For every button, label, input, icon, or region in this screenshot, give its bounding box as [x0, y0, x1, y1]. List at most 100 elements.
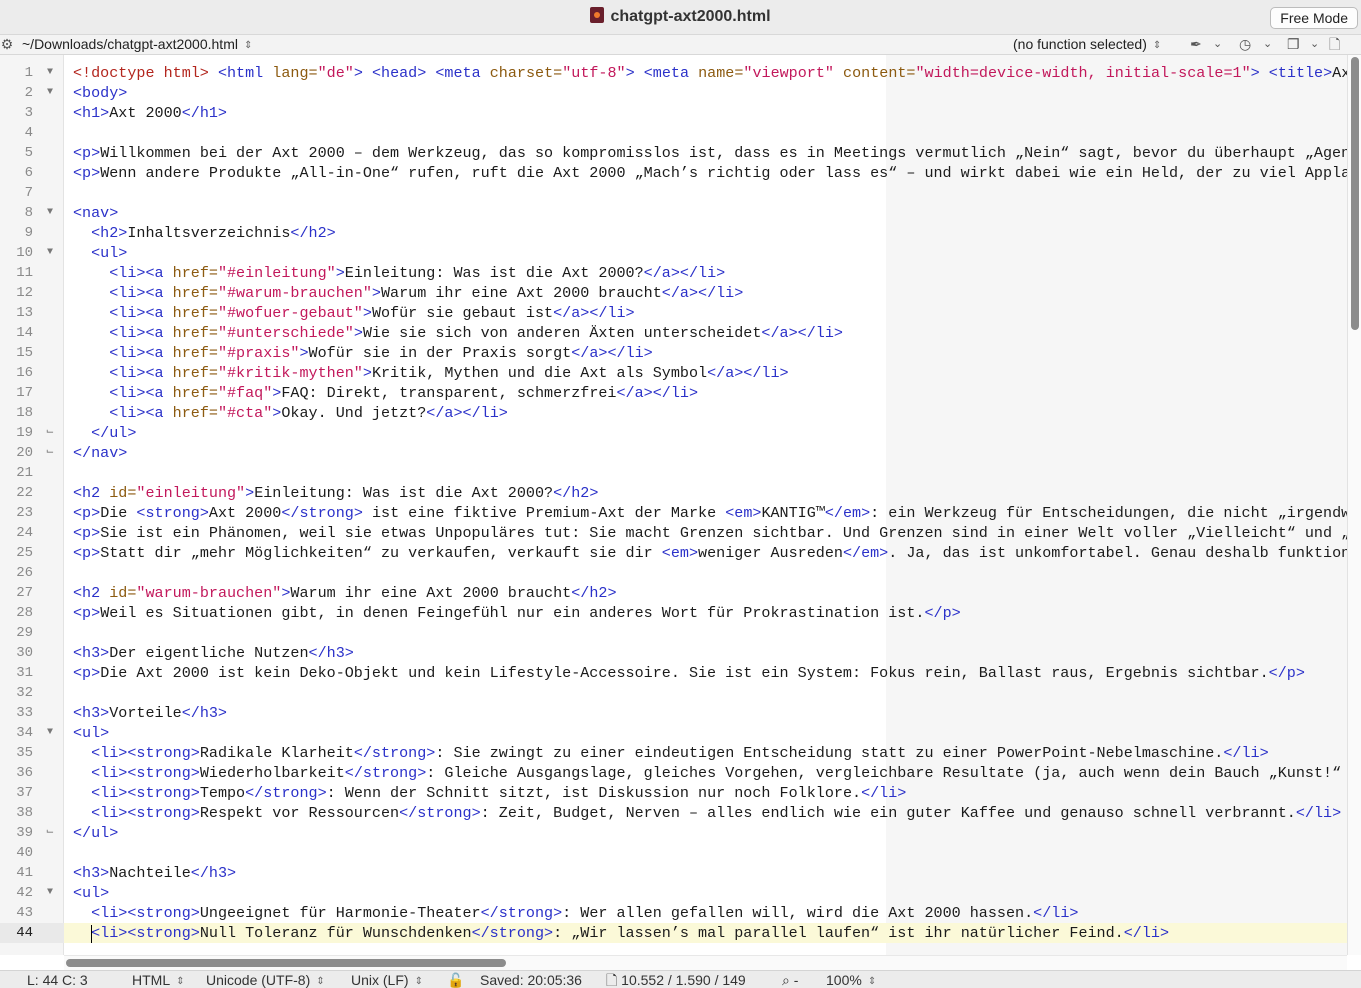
code-line[interactable]: <p>Die Axt 2000 ist kein Deko-Objekt und… — [64, 663, 1347, 683]
horizontal-scrollbar[interactable] — [64, 955, 1347, 970]
code-line[interactable]: <li><strong>Tempo</strong>: Wenn der Sch… — [64, 783, 1347, 803]
code-line[interactable]: <nav> — [64, 203, 1347, 223]
line-number-row[interactable]: 6 — [0, 163, 64, 183]
code-line[interactable] — [64, 683, 1347, 703]
code-line[interactable]: <!doctype html> <html lang="de"> <head> … — [64, 63, 1347, 83]
line-number-row[interactable]: 41 — [0, 863, 64, 883]
code-line[interactable] — [64, 183, 1347, 203]
fold-triangle-icon[interactable]: ▼ — [44, 203, 56, 223]
code-line[interactable]: <ul> — [64, 243, 1347, 263]
line-number-row[interactable]: 39 ⌙ — [0, 823, 64, 843]
code-line[interactable]: <ul> — [64, 883, 1347, 903]
line-number-row[interactable]: 13 — [0, 303, 64, 323]
code-line[interactable]: <li><strong>Respekt vor Ressourcen</stro… — [64, 803, 1347, 823]
pen-marker-icon[interactable]: ✒ — [1190, 35, 1202, 54]
code-line[interactable]: <p>Sie ist ein Phänomen, weil sie etwas … — [64, 523, 1347, 543]
fold-triangle-icon[interactable]: ▼ — [44, 883, 56, 903]
line-number-row[interactable]: 15 — [0, 343, 64, 363]
code-line[interactable]: <li><a href="#cta">Okay. Und jetzt?</a><… — [64, 403, 1347, 423]
line-number-row[interactable]: 8 ▼ — [0, 203, 64, 223]
fold-end-icon[interactable]: ⌙ — [44, 443, 56, 463]
code-line[interactable]: <h2>Inhaltsverzeichnis</h2> — [64, 223, 1347, 243]
cursor-position[interactable]: L: 44 C: 3 — [27, 971, 88, 988]
stacked-documents-icon[interactable]: ❐ — [1287, 35, 1300, 54]
line-number-row[interactable]: 24 — [0, 523, 64, 543]
vertical-scrollbar[interactable] — [1347, 55, 1361, 955]
line-number-row[interactable]: 11 — [0, 263, 64, 283]
line-number-row[interactable]: 38 — [0, 803, 64, 823]
line-number-row[interactable]: 32 — [0, 683, 64, 703]
code-editor[interactable]: <!doctype html> <html lang="de"> <head> … — [64, 55, 1347, 955]
gear-icon[interactable]: ⚙ — [0, 35, 14, 54]
code-line[interactable]: <li><strong>Ungeeignet für Harmonie-Thea… — [64, 903, 1347, 923]
encoding-menu[interactable]: Unicode (UTF-8) ⇕ — [206, 971, 325, 988]
code-line[interactable]: <ul> — [64, 723, 1347, 743]
code-line[interactable]: <p>Die <strong>Axt 2000</strong> ist ein… — [64, 503, 1347, 523]
line-number-row[interactable]: 31 — [0, 663, 64, 683]
line-number-row[interactable]: 44 — [0, 923, 64, 943]
line-number-row[interactable]: 27 — [0, 583, 64, 603]
code-line[interactable]: <li><strong>Wiederholbarkeit</strong>: G… — [64, 763, 1347, 783]
code-line[interactable]: <li><a href="#praxis">Wofür sie in der P… — [64, 343, 1347, 363]
code-line[interactable]: <h3>Vorteile</h3> — [64, 703, 1347, 723]
chevron-down-icon[interactable]: ⌄ — [1263, 35, 1272, 54]
line-number-row[interactable]: 36 — [0, 763, 64, 783]
code-line[interactable]: <h3>Der eigentliche Nutzen</h3> — [64, 643, 1347, 663]
code-line[interactable]: </ul> — [64, 423, 1347, 443]
fold-triangle-icon[interactable]: ▼ — [44, 243, 56, 263]
code-line[interactable] — [64, 843, 1347, 863]
horizontal-scroll-thumb[interactable] — [66, 959, 506, 967]
line-number-row[interactable]: 17 — [0, 383, 64, 403]
line-number-row[interactable]: 16 — [0, 363, 64, 383]
code-line[interactable]: <li><a href="#wofuer-gebaut">Wofür sie g… — [64, 303, 1347, 323]
line-endings-menu[interactable]: Unix (LF) ⇕ — [351, 971, 423, 988]
code-line[interactable] — [64, 123, 1347, 143]
code-line[interactable]: <h1>Axt 2000</h1> — [64, 103, 1347, 123]
line-number-row[interactable]: 14 — [0, 323, 64, 343]
code-line[interactable]: </nav> — [64, 443, 1347, 463]
code-line[interactable] — [64, 623, 1347, 643]
file-path-menu[interactable]: ~/Downloads/chatgpt-axt2000.html ⇕ — [22, 35, 252, 55]
line-number-row[interactable]: 29 — [0, 623, 64, 643]
code-line[interactable] — [64, 563, 1347, 583]
vertical-scroll-thumb[interactable] — [1351, 57, 1359, 330]
code-line[interactable]: <h2 id="einleitung">Einleitung: Was ist … — [64, 483, 1347, 503]
line-number-row[interactable]: 28 — [0, 603, 64, 623]
line-number-row[interactable]: 26 — [0, 563, 64, 583]
fold-triangle-icon[interactable]: ▼ — [44, 63, 56, 83]
code-line[interactable]: <li><strong>Radikale Klarheit</strong>: … — [64, 743, 1347, 763]
document-stats[interactable]: 🗋 10.552 / 1.590 / 149 — [606, 971, 746, 988]
line-number-row[interactable]: 4 — [0, 123, 64, 143]
line-number-row[interactable]: 43 — [0, 903, 64, 923]
code-line[interactable]: <li><strong>Null Toleranz für Wunschdenk… — [64, 923, 1347, 943]
code-line[interactable]: <p>Weil es Situationen gibt, in denen Fe… — [64, 603, 1347, 623]
code-line[interactable]: </ul> — [64, 823, 1347, 843]
function-menu[interactable]: (no function selected) ⇕ — [1013, 35, 1161, 55]
code-line[interactable]: <li><a href="#unterschiede">Wie sie sich… — [64, 323, 1347, 343]
line-number-row[interactable]: 35 — [0, 743, 64, 763]
free-mode-button[interactable]: Free Mode — [1270, 7, 1358, 29]
fold-triangle-icon[interactable]: ▼ — [44, 723, 56, 743]
line-number-row[interactable]: 21 — [0, 463, 64, 483]
line-number-row[interactable]: 10 ▼ — [0, 243, 64, 263]
code-line[interactable]: <body> — [64, 83, 1347, 103]
code-line[interactable]: <h2 id="warum-brauchen">Warum ihr eine A… — [64, 583, 1347, 603]
line-number-row[interactable]: 3 — [0, 103, 64, 123]
code-line[interactable]: <li><a href="#warum-brauchen">Warum ihr … — [64, 283, 1347, 303]
line-number-row[interactable]: 1 ▼ — [0, 63, 64, 83]
line-number-row[interactable]: 18 — [0, 403, 64, 423]
language-menu[interactable]: HTML ⇕ — [132, 971, 185, 988]
line-number-row[interactable]: 19 ⌙ — [0, 423, 64, 443]
line-number-row[interactable]: 42 ▼ — [0, 883, 64, 903]
code-line[interactable]: <h3>Nachteile</h3> — [64, 863, 1347, 883]
line-number-row[interactable]: 33 — [0, 703, 64, 723]
line-number-row[interactable]: 34 ▼ — [0, 723, 64, 743]
chevron-down-icon[interactable]: ⌄ — [1213, 35, 1222, 54]
clock-history-icon[interactable]: ◷ — [1239, 35, 1251, 54]
line-number-row[interactable]: 9 — [0, 223, 64, 243]
document-icon[interactable]: 🗋 — [1329, 35, 1340, 54]
code-line[interactable]: <p>Statt dir „mehr Möglichkeiten“ zu ver… — [64, 543, 1347, 563]
line-number-row[interactable]: 23 — [0, 503, 64, 523]
fold-end-icon[interactable]: ⌙ — [44, 823, 56, 843]
line-number-row[interactable]: 2 ▼ — [0, 83, 64, 103]
